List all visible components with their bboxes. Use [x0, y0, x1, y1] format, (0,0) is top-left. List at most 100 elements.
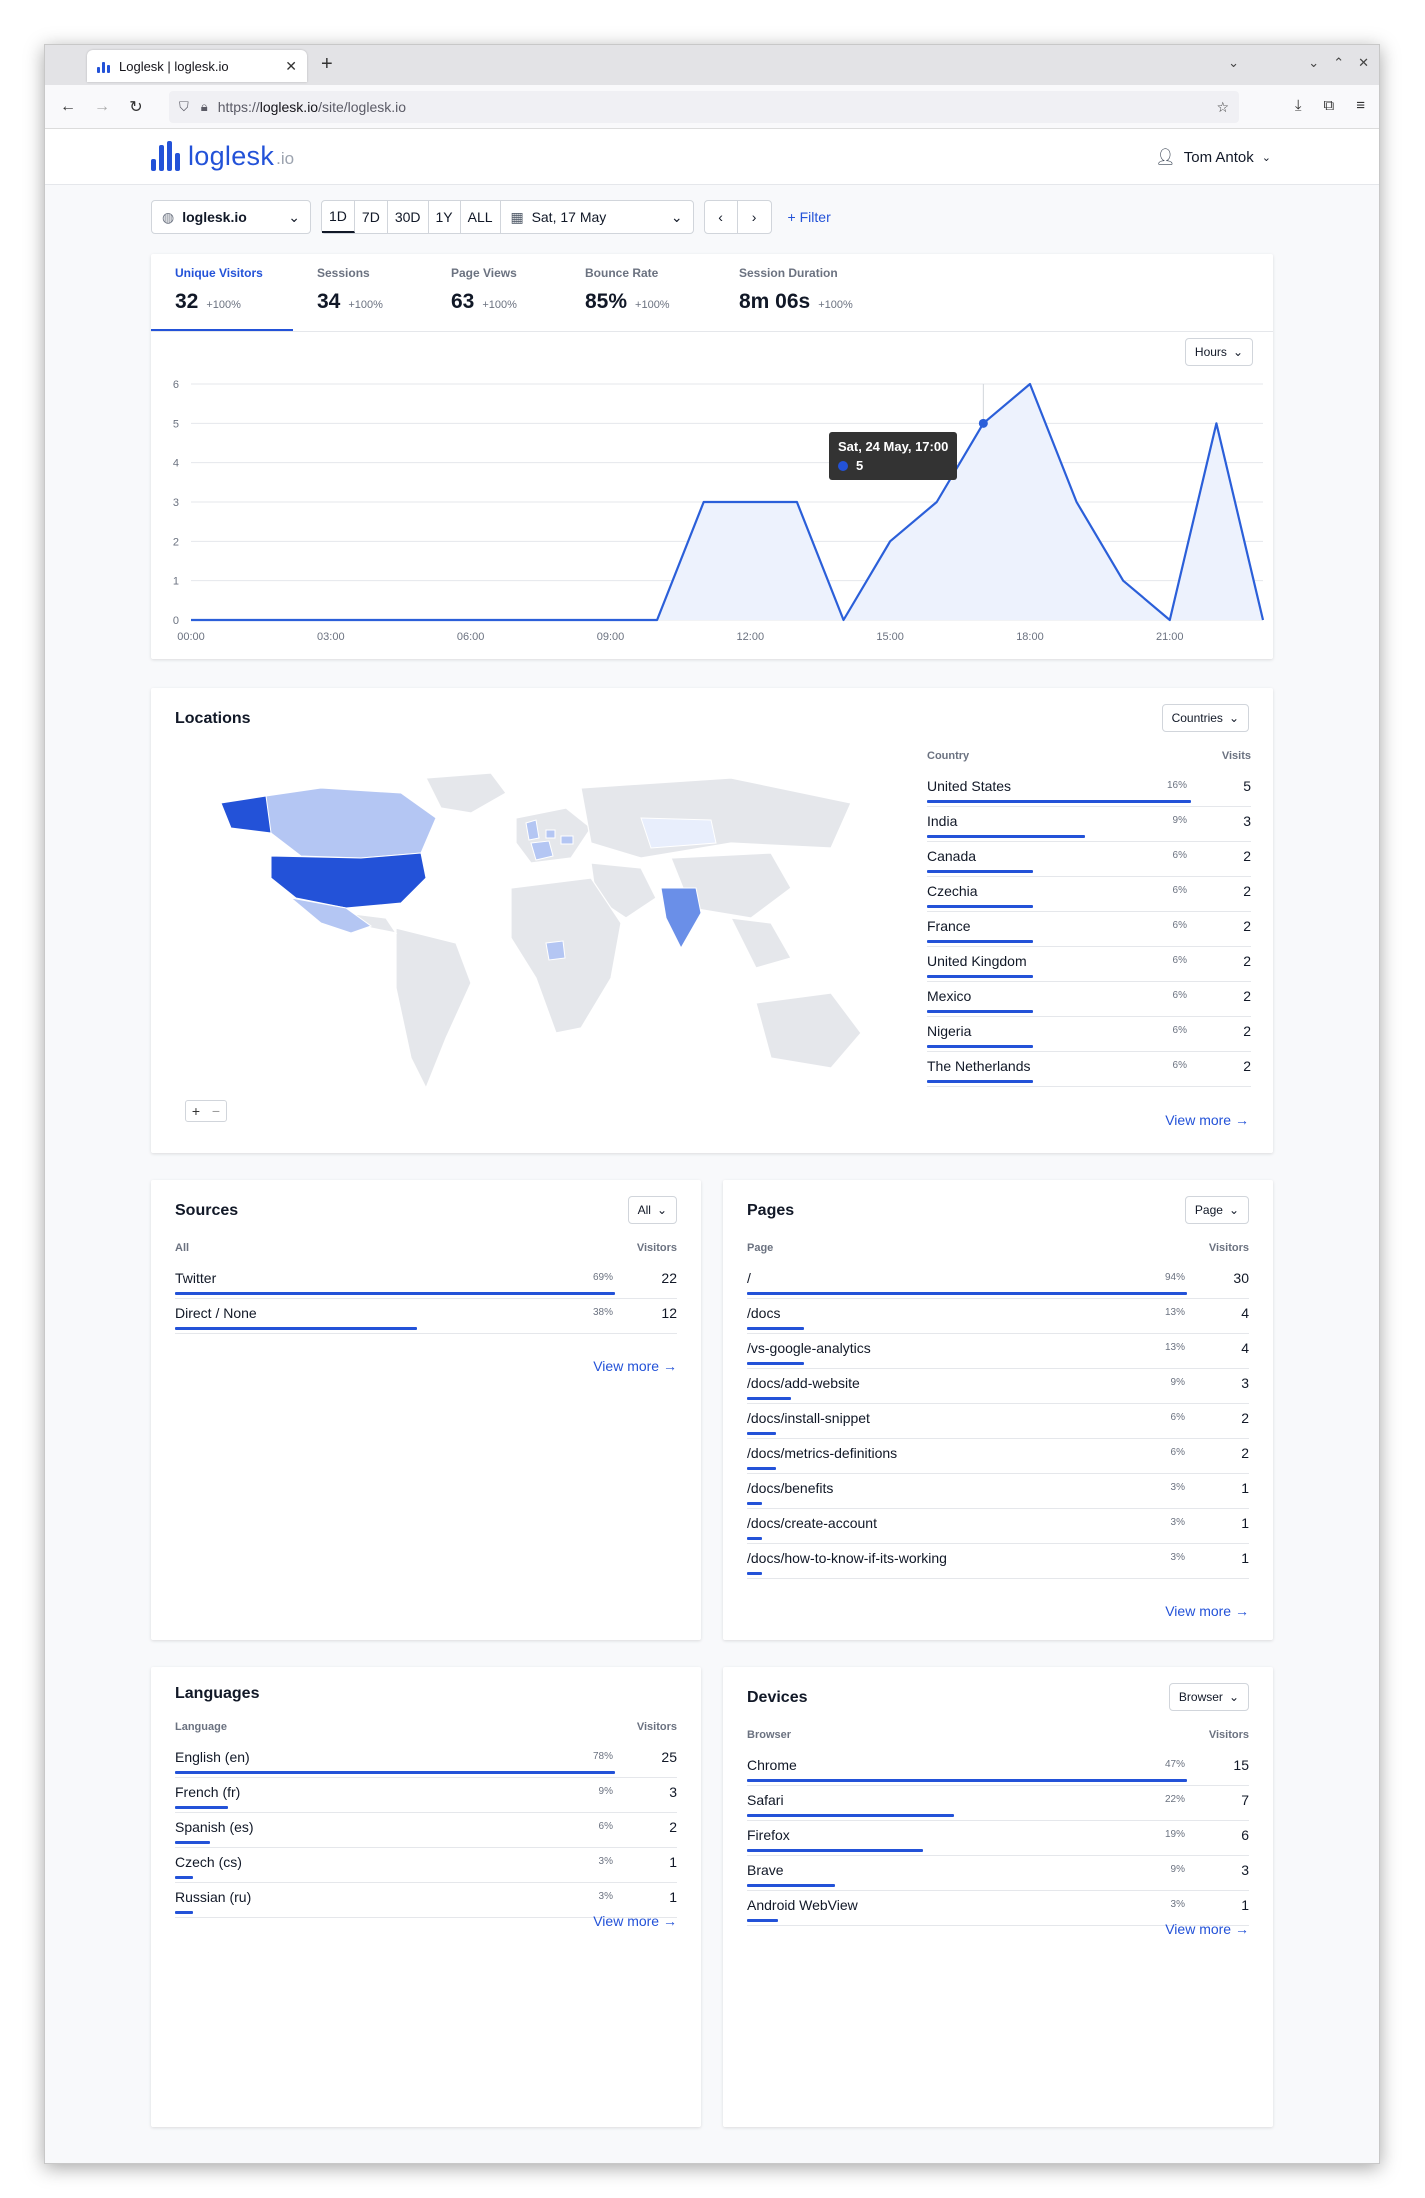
devices-view-more-link[interactable]: View more → — [1165, 1921, 1249, 1937]
row-label: Safari — [747, 1792, 784, 1808]
table-row[interactable]: Direct / None 38% 12 — [175, 1299, 677, 1334]
table-row[interactable]: The Netherlands 6% 2 — [927, 1052, 1251, 1087]
row-percent: 9% — [1170, 1864, 1185, 1875]
metric-unique-visitors[interactable]: Unique Visitors 32 +100% — [151, 254, 293, 331]
tab-bar: Loglesk | loglesk.io ✕ + ⌄ ⌄ ⌃ ✕ — [45, 45, 1379, 85]
sources-filter-label: All — [637, 1203, 651, 1217]
range-7d-button[interactable]: 7D — [355, 201, 388, 233]
range-30d-button[interactable]: 30D — [388, 201, 429, 233]
table-row[interactable]: India 9% 3 — [927, 807, 1251, 842]
menu-icon[interactable]: ≡ — [1356, 97, 1365, 114]
table-row[interactable]: United Kingdom 6% 2 — [927, 947, 1251, 982]
world-map[interactable] — [171, 748, 891, 1128]
granularity-select[interactable]: Hours ⌄ — [1184, 338, 1253, 366]
url-bar[interactable]: ⛉ 🔒︎ https://loglesk.io/site/loglesk.io … — [169, 91, 1239, 123]
table-row[interactable]: Spanish (es) 6% 2 — [175, 1813, 677, 1848]
table-row[interactable]: French (fr) 9% 3 — [175, 1778, 677, 1813]
devices-type-select[interactable]: Browser ⌄ — [1168, 1683, 1249, 1711]
chevron-down-icon: ⌄ — [1261, 151, 1271, 164]
row-bar — [175, 1841, 210, 1844]
metric-label: Sessions — [317, 266, 370, 280]
table-row[interactable]: /docs 13% 4 — [747, 1299, 1249, 1334]
forward-icon[interactable]: → — [85, 98, 119, 116]
view-more-label: View more — [1165, 1921, 1232, 1937]
lock-icon[interactable]: 🔒︎ — [201, 99, 208, 115]
add-filter-button[interactable]: + Filter — [788, 209, 831, 225]
table-row[interactable]: /docs/metrics-definitions 6% 2 — [747, 1439, 1249, 1474]
previous-period-icon[interactable]: ‹ — [705, 201, 738, 233]
metric-session-duration[interactable]: Session Duration 8m 06s +100% — [715, 254, 895, 331]
visitors-chart[interactable]: 0 1 2 3 4 5 6 00:00 03:00 06:00 09:00 12:00 15:00 18:… — [151, 370, 1273, 659]
africa-shape — [510, 877, 622, 1034]
new-tab-icon[interactable]: + — [321, 53, 333, 76]
reload-icon[interactable]: ↻ — [119, 97, 153, 117]
col-value: Visitors — [636, 1721, 677, 1733]
table-row[interactable]: English (en) 78% 25 — [175, 1743, 677, 1778]
row-label: /vs-google-analytics — [747, 1340, 871, 1356]
close-tab-icon[interactable]: ✕ — [285, 58, 297, 75]
shield-icon[interactable]: ⛉ — [179, 99, 189, 115]
chevron-down-icon: ⌄ — [288, 208, 300, 225]
table-row[interactable]: /docs/create-account 3% 1 — [747, 1509, 1249, 1544]
minimize-icon[interactable]: ⌄ — [1308, 55, 1319, 71]
table-row[interactable]: Brave 9% 3 — [747, 1856, 1249, 1891]
sources-view-more-link[interactable]: View more → — [593, 1358, 677, 1374]
row-bar — [175, 1327, 417, 1330]
table-row[interactable]: /docs/install-snippet 6% 2 — [747, 1404, 1249, 1439]
languages-table: Language Visitors English (en) 78% 25 French… — [175, 1721, 677, 1918]
logo-name: loglesk — [188, 141, 275, 171]
site-select[interactable]: ◍ loglesk.io ⌄ — [151, 200, 311, 234]
zoom-out-icon[interactable]: − — [212, 1103, 220, 1119]
table-row[interactable]: / 94% 30 — [747, 1264, 1249, 1299]
window-close-icon[interactable]: ✕ — [1358, 55, 1369, 71]
table-row[interactable]: Czech (cs) 3% 1 — [175, 1848, 677, 1883]
languages-view-more-link[interactable]: View more → — [593, 1913, 677, 1929]
row-bar — [175, 1876, 193, 1879]
metric-bounce-rate[interactable]: Bounce Rate 85% +100% — [561, 254, 715, 331]
table-row[interactable]: /docs/benefits 3% 1 — [747, 1474, 1249, 1509]
row-label: Nigeria — [927, 1023, 972, 1039]
table-row[interactable]: Czechia 6% 2 — [927, 877, 1251, 912]
table-row[interactable]: France 6% 2 — [927, 912, 1251, 947]
back-icon[interactable]: ← — [51, 98, 85, 116]
table-row[interactable]: Safari 22% 7 — [747, 1786, 1249, 1821]
table-row[interactable]: Mexico 6% 2 — [927, 982, 1251, 1017]
chevron-down-icon: ⌄ — [670, 208, 683, 225]
metric-sessions[interactable]: Sessions 34 +100% — [293, 254, 427, 331]
bookmark-star-icon[interactable]: ☆ — [1216, 99, 1229, 116]
downloads-icon[interactable]: ⤓ — [1295, 97, 1302, 114]
pages-type-select[interactable]: Page ⌄ — [1184, 1196, 1249, 1224]
date-picker[interactable]: ▦ Sat, 17 May ⌄ — [501, 201, 693, 233]
pages-view-more-link[interactable]: View more → — [1165, 1603, 1249, 1619]
table-row[interactable]: Firefox 19% 6 — [747, 1821, 1249, 1856]
extensions-icon[interactable]: ⧉ — [1324, 97, 1335, 114]
table-row[interactable]: Chrome 47% 15 — [747, 1751, 1249, 1786]
user-menu[interactable]: 👤︎ Tom Antok ⌄ — [1155, 147, 1271, 167]
range-1y-button[interactable]: 1Y — [429, 201, 461, 233]
metric-page-views[interactable]: Page Views 63 +100% — [427, 254, 561, 331]
next-period-icon[interactable]: › — [738, 201, 771, 233]
locations-view-more-link[interactable]: View more → — [1165, 1112, 1249, 1128]
table-row[interactable]: /vs-google-analytics 13% 4 — [747, 1334, 1249, 1369]
locations-type-select[interactable]: Countries ⌄ — [1161, 704, 1249, 732]
table-row[interactable]: Nigeria 6% 2 — [927, 1017, 1251, 1052]
table-row[interactable]: Canada 6% 2 — [927, 842, 1251, 877]
row-label: /docs/metrics-definitions — [747, 1445, 898, 1461]
zoom-in-icon[interactable]: + — [192, 1103, 200, 1119]
sources-filter-select[interactable]: All ⌄ — [627, 1196, 677, 1224]
table-row[interactable]: United States 16% 5 — [927, 772, 1251, 807]
logo[interactable]: loglesk .io — [151, 141, 294, 171]
y-tick-label: 5 — [173, 418, 179, 430]
maximize-icon[interactable]: ⌃ — [1333, 55, 1344, 71]
table-row[interactable]: Twitter 69% 22 — [175, 1264, 677, 1299]
row-bar — [747, 1292, 1187, 1295]
col-label: Page — [747, 1242, 774, 1254]
czechia-shape — [560, 835, 574, 845]
list-all-tabs-icon[interactable]: ⌄ — [1228, 55, 1239, 71]
browser-tab[interactable]: Loglesk | loglesk.io ✕ — [87, 50, 307, 82]
table-row[interactable]: /docs/how-to-know-if-its-working 3% 1 — [747, 1544, 1249, 1579]
range-all-button[interactable]: ALL — [461, 201, 501, 233]
range-1d-button[interactable]: 1D — [322, 201, 355, 233]
row-value: 4 — [1241, 1340, 1249, 1356]
table-row[interactable]: /docs/add-website 9% 3 — [747, 1369, 1249, 1404]
